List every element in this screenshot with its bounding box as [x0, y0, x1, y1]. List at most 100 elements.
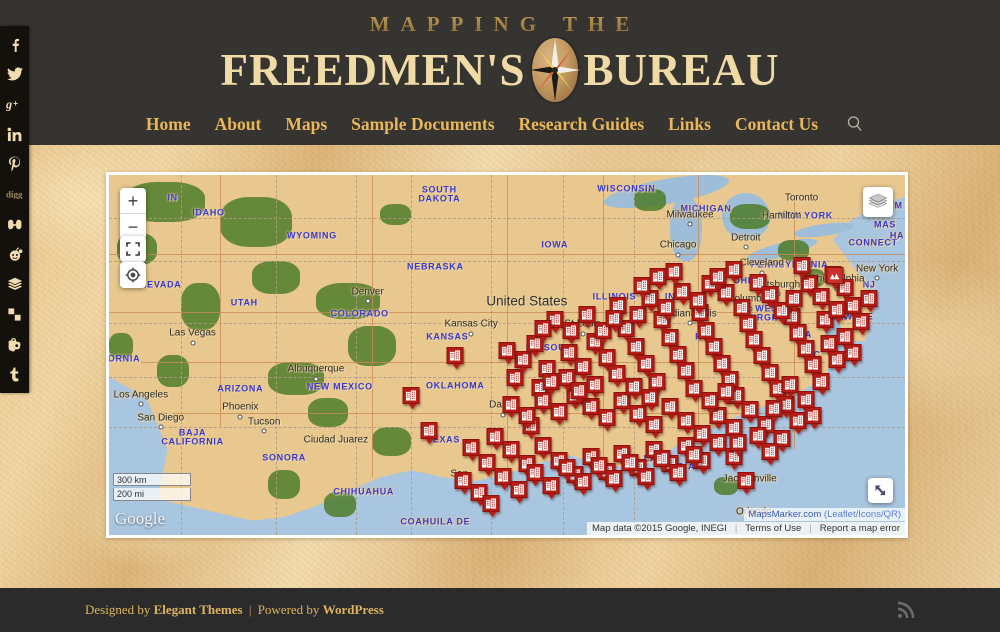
building-marker-icon[interactable] [685, 379, 703, 402]
nav-home[interactable]: Home [134, 114, 203, 135]
building-marker-icon[interactable] [608, 365, 626, 388]
building-marker-icon[interactable] [562, 322, 580, 345]
building-marker-icon[interactable] [669, 464, 687, 487]
rss-icon[interactable] [897, 601, 915, 619]
building-marker-icon[interactable] [542, 372, 560, 395]
building-marker-icon[interactable] [709, 433, 727, 456]
building-marker-icon[interactable] [725, 261, 743, 283]
fullscreen-icon[interactable] [120, 236, 146, 262]
building-marker-icon[interactable] [446, 347, 464, 370]
delicious-icon[interactable] [0, 299, 29, 329]
building-marker-icon[interactable] [828, 351, 846, 373]
building-marker-icon[interactable] [534, 320, 552, 343]
building-marker-icon[interactable] [420, 422, 438, 445]
building-marker-icon[interactable] [641, 388, 659, 411]
building-marker-icon[interactable] [621, 453, 639, 476]
building-marker-icon[interactable] [673, 282, 691, 305]
building-marker-icon[interactable] [534, 392, 552, 415]
building-marker-icon[interactable] [685, 446, 703, 469]
reddit-icon[interactable] [0, 239, 29, 269]
building-marker-icon[interactable] [701, 392, 719, 415]
building-marker-icon[interactable] [625, 378, 643, 400]
building-marker-icon[interactable] [665, 262, 683, 285]
building-marker-icon[interactable] [717, 383, 735, 406]
building-marker-icon[interactable] [454, 471, 472, 494]
stumbleupon-icon[interactable] [0, 209, 29, 239]
building-marker-icon[interactable] [693, 424, 711, 447]
report-map-error-link[interactable]: Report a map error [820, 523, 900, 534]
building-marker-icon[interactable] [633, 277, 651, 300]
terms-of-use-link[interactable]: Terms of Use [745, 523, 801, 534]
building-marker-icon[interactable] [542, 477, 560, 499]
building-marker-icon[interactable] [498, 342, 516, 364]
building-marker-icon[interactable] [402, 387, 420, 409]
building-marker-icon[interactable] [677, 412, 695, 435]
building-marker-icon[interactable] [828, 300, 846, 323]
site-logo[interactable]: MAPPING THE FREEDMEN'S BUREAU [190, 14, 810, 102]
map-attribution-mapsmarker[interactable]: MapsMarker.com (Leaflet/Icons/QR) [744, 508, 905, 521]
digg-icon[interactable]: digg [0, 179, 29, 209]
building-marker-icon[interactable] [526, 464, 544, 487]
facebook-icon[interactable] [0, 29, 29, 59]
building-marker-icon[interactable] [804, 406, 822, 429]
nav-about[interactable]: About [203, 114, 274, 135]
building-marker-icon[interactable] [486, 428, 504, 451]
evernote-icon[interactable] [0, 329, 29, 359]
map-canvas[interactable]: United States IDAHO SOUTH DAKOTA WISCONSIN MI… [109, 175, 905, 535]
building-marker-icon[interactable] [852, 313, 870, 336]
building-marker-icon[interactable] [812, 372, 830, 395]
building-marker-icon[interactable] [649, 268, 667, 291]
locate-me-icon[interactable] [120, 262, 146, 288]
mapsmarker-link[interactable]: MapsMarker.com [748, 509, 821, 520]
nav-links[interactable]: Links [656, 114, 723, 135]
building-marker-icon[interactable] [534, 437, 552, 460]
building-marker-icon[interactable] [502, 396, 520, 418]
building-marker-icon[interactable] [741, 401, 759, 424]
building-marker-icon[interactable] [605, 469, 623, 492]
building-marker-icon[interactable] [657, 298, 675, 321]
building-marker-icon[interactable] [518, 406, 536, 429]
nav-contact-us[interactable]: Contact Us [723, 114, 830, 135]
building-marker-icon[interactable] [574, 473, 592, 496]
building-marker-icon[interactable] [494, 468, 512, 490]
building-marker-icon[interactable] [570, 381, 588, 404]
google-plus-icon[interactable]: g + [0, 89, 29, 119]
building-marker-icon[interactable] [789, 412, 807, 435]
building-marker-icon[interactable] [558, 459, 576, 481]
building-marker-icon[interactable] [502, 441, 520, 463]
nav-maps[interactable]: Maps [273, 114, 339, 135]
marker-cluster-icon[interactable] [826, 267, 844, 290]
buffer-icon[interactable] [0, 269, 29, 299]
building-marker-icon[interactable] [598, 408, 615, 431]
twitter-icon[interactable] [0, 59, 29, 89]
nav-research-guides[interactable]: Research Guides [507, 114, 657, 135]
elegant-themes-link[interactable]: Elegant Themes [154, 602, 243, 617]
building-marker-icon[interactable] [709, 268, 727, 291]
building-marker-icon[interactable] [586, 376, 604, 399]
zoom-control[interactable]: + − [120, 188, 146, 240]
wordpress-link[interactable]: WordPress [323, 602, 384, 617]
zoom-in-button[interactable]: + [120, 188, 146, 214]
layers-icon[interactable] [863, 187, 893, 217]
building-marker-icon[interactable] [653, 450, 671, 472]
building-marker-icon[interactable] [462, 439, 480, 462]
pinterest-icon[interactable] [0, 149, 29, 179]
building-marker-icon[interactable] [793, 257, 811, 280]
building-marker-icon[interactable] [605, 309, 623, 332]
building-marker-icon[interactable] [550, 403, 568, 426]
building-marker-icon[interactable] [637, 468, 655, 490]
building-marker-icon[interactable] [661, 397, 679, 420]
building-marker-icon[interactable] [765, 399, 783, 422]
linkedin-icon[interactable] [0, 119, 29, 149]
building-marker-icon[interactable] [590, 457, 608, 480]
building-marker-icon[interactable] [781, 376, 799, 399]
map-container[interactable]: United States IDAHO SOUTH DAKOTA WISCONSIN MI… [106, 172, 908, 538]
building-marker-icon[interactable] [645, 415, 663, 438]
building-marker-icon[interactable] [478, 453, 496, 476]
search-icon[interactable] [844, 113, 866, 135]
collapse-arrow-icon[interactable] [868, 478, 893, 503]
building-marker-icon[interactable] [510, 480, 528, 503]
building-marker-icon[interactable] [812, 288, 830, 310]
building-marker-icon[interactable] [761, 442, 779, 465]
building-marker-icon[interactable] [729, 433, 747, 456]
